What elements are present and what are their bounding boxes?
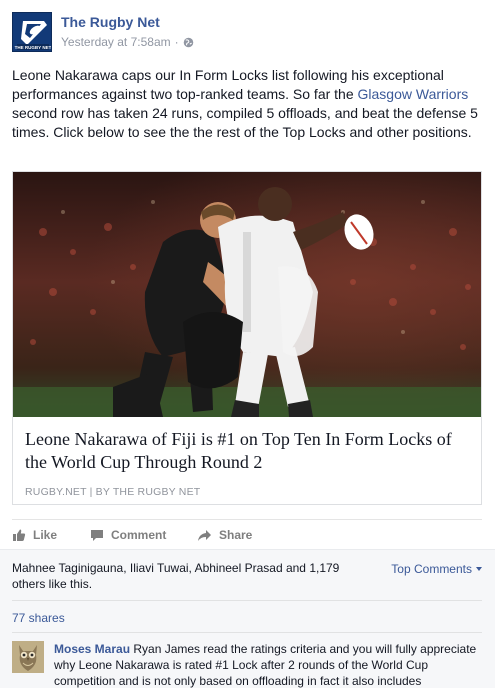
page-avatar[interactable]: THE RUGBY NET — [12, 12, 52, 52]
link-card[interactable]: Leone Nakarawa of Fiji is #1 on Top Ten … — [12, 171, 482, 505]
like-button[interactable]: Like — [12, 528, 57, 542]
card-source: RUGBY.NET | BY THE RUGBY NET — [25, 486, 201, 498]
commenter-avatar[interactable] — [12, 641, 44, 673]
rugby-net-logo-icon: THE RUGBY NET — [13, 13, 52, 51]
likes-text[interactable]: Mahnee Taginigauna, Iliavi Tuwai, Abhine… — [12, 560, 372, 592]
like-label: Like — [33, 528, 58, 542]
comment-item: Moses Marau Ryan James read the ratings … — [12, 641, 482, 688]
likes-row: Mahnee Taginigauna, Iliavi Tuwai, Abhine… — [12, 558, 482, 598]
share-button[interactable]: Share — [197, 528, 252, 542]
comment-button[interactable]: Comment — [90, 528, 166, 542]
top-comments-label: Top Comments — [391, 562, 472, 576]
comment-author[interactable]: Moses Marau — [54, 642, 130, 656]
shares-link[interactable]: 77 shares — [12, 611, 65, 625]
page-name[interactable]: The Rugby Net — [61, 14, 160, 30]
thumbs-up-icon — [13, 529, 26, 541]
rugby-tackle-photo — [13, 172, 481, 417]
globe-icon[interactable] — [183, 37, 194, 48]
action-bar: Like Comment Share — [12, 519, 482, 549]
ufi-divider — [12, 600, 482, 601]
card-image[interactable] — [13, 172, 481, 417]
share-label: Share — [219, 528, 253, 542]
ufi-panel: Mahnee Taginigauna, Iliavi Tuwai, Abhine… — [0, 549, 495, 688]
top-comments-dropdown[interactable]: Top Comments — [391, 562, 482, 576]
card-title[interactable]: Leone Nakarawa of Fiji is #1 on Top Ten … — [25, 428, 471, 474]
comment-label: Comment — [111, 528, 167, 542]
post-header: THE RUGBY NET The Rugby Net Yesterday at… — [12, 12, 482, 52]
comment-body: Moses Marau Ryan James read the ratings … — [54, 641, 484, 688]
caret-down-icon — [476, 567, 482, 571]
ufi-divider — [12, 632, 482, 633]
post-meta: Yesterday at 7:58am · — [61, 35, 194, 49]
glasgow-warriors-link[interactable]: Glasgow Warriors — [358, 86, 469, 102]
meta-separator: · — [174, 35, 179, 49]
share-arrow-icon — [198, 529, 211, 541]
avatar-text: THE RUGBY NET — [15, 45, 52, 50]
comment-bubble-icon — [91, 529, 103, 541]
post-text: Leone Nakarawa caps our In Form Locks li… — [12, 66, 484, 142]
owl-avatar-icon — [12, 641, 44, 673]
post-text-part-2: second row has taken 24 runs, compiled 5… — [12, 105, 478, 140]
post-timestamp[interactable]: Yesterday at 7:58am — [61, 35, 171, 49]
